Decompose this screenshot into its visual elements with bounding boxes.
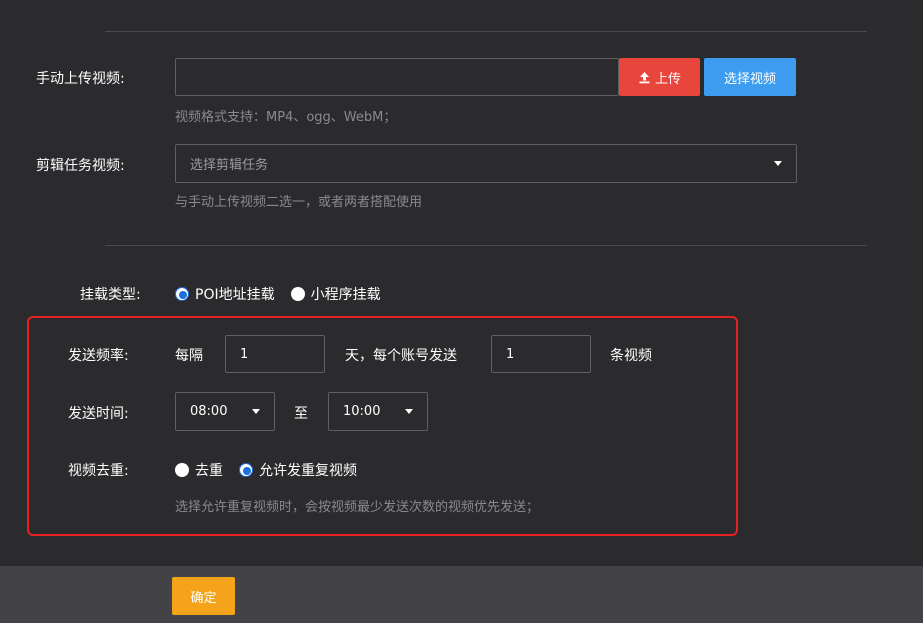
frequency-count-input[interactable]: 1 — [491, 335, 591, 373]
dedupe-radio-group: 去重 允许发重复视频 — [175, 460, 369, 480]
radio-option-dedupe[interactable]: 去重 — [175, 460, 223, 480]
middle-divider — [105, 245, 867, 246]
edit-task-label: 剪辑任务视频: — [36, 158, 125, 174]
choose-video-button-label: 选择视频 — [723, 71, 776, 87]
radio-unchecked-icon — [290, 287, 305, 301]
frequency-middle-text: 天，每个账号发送 — [345, 348, 457, 364]
dedupe-label: 视频去重: — [68, 463, 129, 479]
radio-checked-icon — [175, 287, 189, 301]
footer-bar — [0, 566, 923, 623]
radio-option-dedupe-label: 去重 — [195, 463, 223, 479]
frequency-days-input[interactable]: 1 — [225, 335, 325, 373]
send-time-start-select[interactable]: 08:00 — [175, 392, 275, 431]
frequency-count-value: 1 — [506, 346, 515, 362]
send-time-separator: 至 — [294, 406, 308, 422]
radio-unchecked-icon — [175, 463, 189, 477]
radio-option-allow-duplicates[interactable]: 允许发重复视频 — [239, 460, 357, 480]
send-time-label: 发送时间: — [68, 406, 129, 422]
edit-task-hint: 与手动上传视频二选一，或者两者搭配使用 — [175, 195, 423, 210]
top-divider — [105, 31, 867, 32]
mount-type-radio-group: POI地址挂载 小程序挂载 — [175, 284, 393, 304]
frequency-days-value: 1 — [240, 346, 249, 362]
chevron-down-icon — [252, 409, 260, 414]
edit-task-select[interactable]: 选择剪辑任务 — [175, 144, 797, 183]
chevron-down-icon — [774, 161, 782, 166]
manual-upload-label: 手动上传视频: — [36, 71, 125, 87]
radio-option-allow-duplicates-label: 允许发重复视频 — [259, 463, 357, 479]
confirm-button[interactable]: 确定 — [172, 577, 235, 615]
upload-icon — [639, 71, 650, 83]
mount-type-label: 挂载类型: — [80, 287, 141, 303]
upload-button[interactable]: 上传 — [619, 58, 700, 96]
radio-option-poi-label: POI地址挂载 — [195, 287, 275, 303]
frequency-suffix: 条视频 — [610, 348, 652, 364]
manual-upload-path-field[interactable] — [175, 58, 619, 96]
radio-option-miniprogram[interactable]: 小程序挂载 — [290, 284, 381, 304]
send-time-end-select[interactable]: 10:00 — [328, 392, 428, 431]
frequency-prefix: 每隔 — [175, 348, 203, 364]
chevron-down-icon — [405, 409, 413, 414]
edit-task-placeholder: 选择剪辑任务 — [190, 158, 269, 173]
send-time-start-value: 08:00 — [190, 404, 228, 419]
send-time-end-value: 10:00 — [343, 404, 381, 419]
confirm-button-label: 确定 — [190, 590, 217, 606]
choose-video-button[interactable]: 选择视频 — [704, 58, 796, 96]
radio-checked-icon — [239, 463, 253, 477]
radio-option-miniprogram-label: 小程序挂载 — [310, 287, 381, 303]
dedupe-hint: 选择允许重复视频时，会按视频最少发送次数的视频优先发送； — [175, 500, 540, 515]
radio-option-poi[interactable]: POI地址挂载 — [175, 284, 275, 304]
frequency-label: 发送频率: — [68, 348, 129, 364]
upload-button-label: 上传 — [654, 71, 681, 87]
manual-upload-hint: 视频格式支持：MP4、ogg、WebM； — [175, 110, 397, 125]
